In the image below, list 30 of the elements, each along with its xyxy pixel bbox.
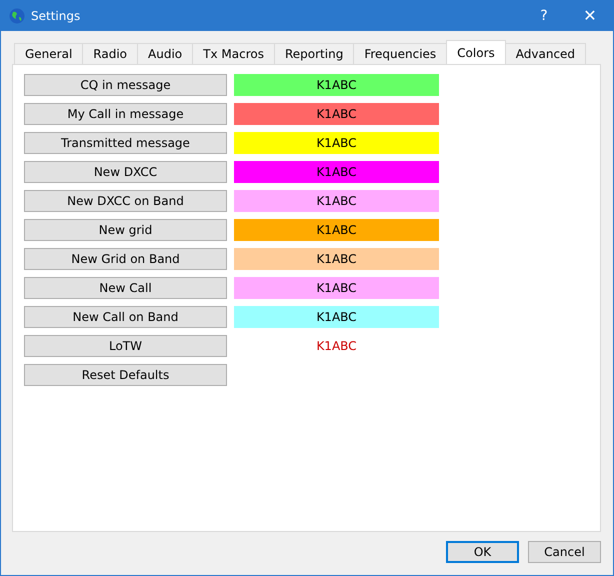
color-button[interactable]: New DXCC [24,161,227,183]
close-button[interactable]: ✕ [567,0,613,31]
color-button[interactable]: LoTW [24,335,227,357]
color-sample: K1ABC [234,277,439,299]
color-sample: K1ABC [234,161,439,183]
help-button[interactable]: ? [521,0,567,31]
color-button[interactable]: New Call on Band [24,306,227,328]
color-sample: K1ABC [234,219,439,241]
color-sample: K1ABC [234,190,439,212]
tab[interactable]: Colors [446,40,506,64]
color-sample: K1ABC [234,306,439,328]
color-button[interactable]: New Call [24,277,227,299]
tab[interactable]: Advanced [504,43,586,64]
window-title: Settings [31,8,82,22]
color-button[interactable]: New grid [24,219,227,241]
color-button[interactable]: New Grid on Band [24,248,227,270]
color-sample: K1ABC [234,132,439,154]
tab[interactable]: General [14,43,84,64]
color-sample: K1ABC [234,103,439,125]
dialog-button[interactable]: Cancel [528,541,601,563]
color-button[interactable]: My Call in message [24,103,227,125]
color-sample: K1ABC [234,248,439,270]
globe-icon [9,8,25,24]
color-button[interactable]: CQ in message [24,74,227,96]
color-button[interactable]: New DXCC on Band [24,190,227,212]
dialog-button[interactable]: OK [446,541,519,563]
reset-defaults-button[interactable]: Reset Defaults [24,364,227,386]
color-sample: K1ABC [315,338,358,355]
color-sample: K1ABC [234,74,439,96]
color-button[interactable]: Transmitted message [24,132,227,154]
